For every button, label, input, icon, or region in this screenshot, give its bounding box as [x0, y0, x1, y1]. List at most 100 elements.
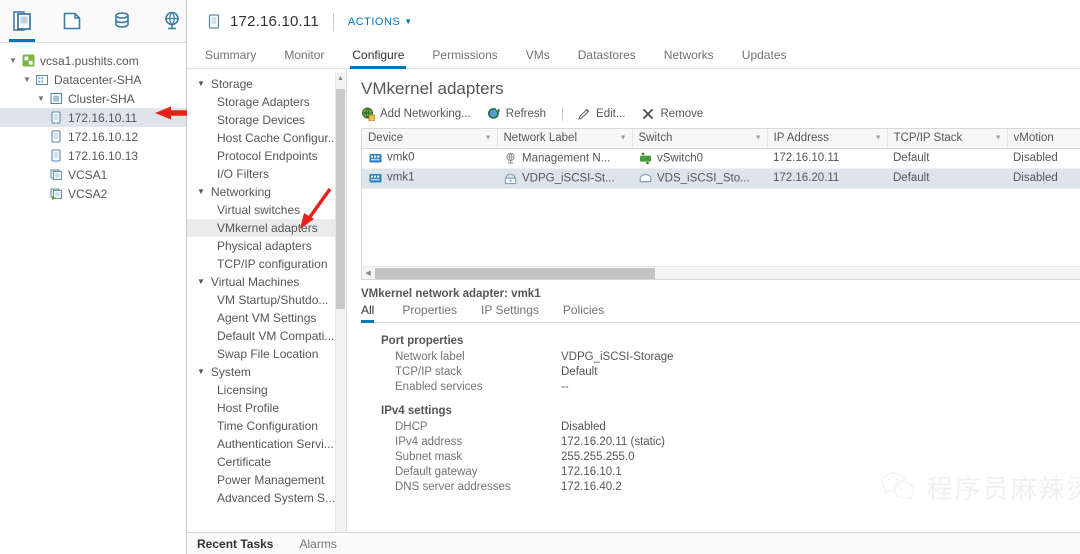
details-tab-ip-settings[interactable]: IP Settings [469, 303, 551, 322]
filter-icon[interactable]: ▼ [995, 135, 1002, 142]
chevron-down-icon[interactable]: ▼ [6, 56, 20, 65]
subnav-group-label: System [210, 365, 251, 379]
scroll-up-icon[interactable]: ▲ [336, 73, 345, 83]
chevron-down-icon[interactable]: ▼ [20, 75, 34, 84]
subnav-group-storage[interactable]: ▼ Storage [187, 75, 346, 93]
subnav-item-storage-devices[interactable]: Storage Devices [187, 111, 346, 129]
cell-text: 172.16.10.11 [773, 152, 840, 164]
table-hscroll-thumb[interactable] [375, 267, 655, 279]
subnav-item-io-filters[interactable]: I/O Filters [187, 165, 346, 183]
details-tab-properties[interactable]: Properties [390, 303, 469, 322]
vmkernel-toolbar: Add Networking... Refresh Edit... Remove [347, 99, 1080, 128]
tab-permissions[interactable]: Permissions [418, 48, 511, 68]
tree-item-datacenter[interactable]: ▼ Datacenter-SHA [0, 70, 186, 89]
subnav-item-vm-startup-shutdown[interactable]: VM Startup/Shutdo... [187, 291, 346, 309]
recent-tasks-tab[interactable]: Recent Tasks [197, 537, 273, 551]
tree-item-label: 172.16.10.12 [68, 129, 139, 144]
subnav-item-label: Time Configuration [217, 419, 318, 433]
subnav-item-vmkernel-adapters[interactable]: VMkernel adapters [187, 219, 346, 237]
filter-icon[interactable]: ▼ [875, 135, 882, 142]
cell-device: vmk0 [362, 148, 497, 169]
subnav-group-label: Networking [210, 185, 271, 199]
subnav-scrollbar-thumb[interactable] [336, 89, 345, 309]
subnav-scrollbar[interactable] [335, 73, 346, 550]
subnav-item-default-vm-compatibility[interactable]: Default VM Compati... [187, 327, 346, 345]
tree-item-host-172-16-10-12[interactable]: 172.16.10.12 [0, 127, 186, 146]
host-icon [205, 13, 223, 31]
details-tab-policies[interactable]: Policies [551, 303, 616, 322]
scroll-left-icon[interactable]: ◀ [362, 269, 374, 277]
chevron-down-icon[interactable]: ▼ [34, 94, 48, 103]
subnav-item-swap-file-location[interactable]: Swap File Location [187, 345, 346, 363]
tab-label: Monitor [284, 48, 325, 62]
vms-and-templates-icon[interactable] [58, 3, 86, 39]
column-header-tcpip-stack[interactable]: TCP/IP Stack ▼ [887, 129, 1008, 149]
section-title-ipv4-settings: IPv4 settings [381, 405, 452, 417]
subnav-item-power-management[interactable]: Power Management [187, 471, 346, 489]
subnav-item-tcpip-configuration[interactable]: TCP/IP configuration [187, 255, 346, 273]
tab-configure[interactable]: Configure [338, 48, 418, 69]
tree-item-vcsa1[interactable]: ▼ vcsa1.pushits.com [0, 51, 186, 70]
details-tab-all[interactable]: All [361, 303, 390, 323]
detail-value: 172.16.40.2 [561, 480, 622, 493]
detail-row: Network label VDPG_iSCSI-Storage [395, 349, 1080, 364]
tree-item-host-172-16-10-11[interactable]: 172.16.10.11 [0, 108, 186, 127]
column-header-device[interactable]: Device ▼ [362, 129, 498, 149]
subnav-item-virtual-switches[interactable]: Virtual switches [187, 201, 346, 219]
alarms-tab[interactable]: Alarms [299, 537, 336, 551]
main-pane: 172.16.10.11 ACTIONS ▼ Summary Monitor C… [187, 0, 1080, 554]
subnav-item-protocol-endpoints[interactable]: Protocol Endpoints [187, 147, 346, 165]
tab-networks[interactable]: Networks [650, 48, 728, 68]
tab-datastores[interactable]: Datastores [564, 48, 650, 68]
edit-button[interactable]: Edit... [577, 107, 641, 121]
subnav-item-licensing[interactable]: Licensing [187, 381, 346, 399]
column-label: TCP/IP Stack [893, 132, 963, 145]
tab-vms[interactable]: VMs [512, 48, 564, 68]
subnav-item-advanced-system-settings[interactable]: Advanced System S... [187, 489, 346, 507]
add-networking-button[interactable]: Add Networking... [361, 107, 487, 121]
tree-item-vm-vcsa1[interactable]: VCSA1 [0, 165, 186, 184]
actions-menu-button[interactable]: ACTIONS ▼ [348, 16, 413, 28]
subnav-item-host-cache-configuration[interactable]: Host Cache Configur... [187, 129, 346, 147]
subnav-item-physical-adapters[interactable]: Physical adapters [187, 237, 346, 255]
detail-row: IPv4 address 172.16.20.11 (static) [395, 434, 1080, 449]
subnav-item-time-configuration[interactable]: Time Configuration [187, 417, 346, 435]
cell-text: vmk0 [387, 151, 415, 164]
storage-icon[interactable] [108, 3, 136, 39]
hosts-and-clusters-icon[interactable] [8, 3, 36, 42]
toolbar-button-label: Refresh [505, 108, 547, 120]
subnav-group-virtual-machines[interactable]: ▼ Virtual Machines [187, 273, 346, 291]
subnav-item-label: Physical adapters [217, 239, 312, 253]
table-header-row: Device ▼ Network Label ▼ Switch ▼ IP Addres… [362, 129, 1080, 149]
filter-icon[interactable]: ▼ [755, 135, 762, 142]
networking-icon[interactable] [158, 3, 186, 39]
remove-button[interactable]: Remove [641, 107, 719, 121]
tree-item-cluster[interactable]: ▼ Cluster-SHA [0, 89, 186, 108]
subnav-item-certificate[interactable]: Certificate [187, 453, 346, 471]
tree-item-label: VCSA1 [68, 167, 108, 182]
column-header-network-label[interactable]: Network Label ▼ [497, 129, 633, 149]
refresh-button[interactable]: Refresh [487, 107, 562, 121]
tab-summary[interactable]: Summary [205, 48, 270, 68]
filter-icon[interactable]: ▼ [485, 135, 492, 142]
column-label: Device [368, 132, 404, 145]
tree-item-vm-vcsa2[interactable]: VCSA2 [0, 184, 186, 203]
table-row[interactable]: vmk1 VDPG_iSCSI-St... VDS_iSCSI_Sto... 1… [362, 168, 1080, 189]
table-horizontal-scrollbar[interactable]: ◀ [362, 266, 1080, 279]
subnav-item-label: Agent VM Settings [217, 311, 317, 325]
filter-icon[interactable]: ▼ [620, 135, 627, 142]
column-header-ip-address[interactable]: IP Address ▼ [767, 129, 888, 149]
subnav-item-host-profile[interactable]: Host Profile [187, 399, 346, 417]
column-header-vmotion[interactable]: vMotion [1007, 129, 1080, 149]
subnav-item-agent-vm-settings[interactable]: Agent VM Settings [187, 309, 346, 327]
column-header-switch[interactable]: Switch ▼ [632, 129, 768, 149]
table-row[interactable]: vmk0 Management N... vSwitch0 172.16.10.… [362, 148, 1080, 169]
subnav-item-storage-adapters[interactable]: Storage Adapters [187, 93, 346, 111]
tree-item-host-172-16-10-13[interactable]: 172.16.10.13 [0, 146, 186, 165]
cell-text: Disabled [1013, 172, 1058, 184]
subnav-group-system[interactable]: ▼ System [187, 363, 346, 381]
tab-updates[interactable]: Updates [728, 48, 801, 68]
subnav-item-authentication-services[interactable]: Authentication Servi... [187, 435, 346, 453]
tab-monitor[interactable]: Monitor [270, 48, 338, 68]
subnav-group-networking[interactable]: ▼ Networking [187, 183, 346, 201]
